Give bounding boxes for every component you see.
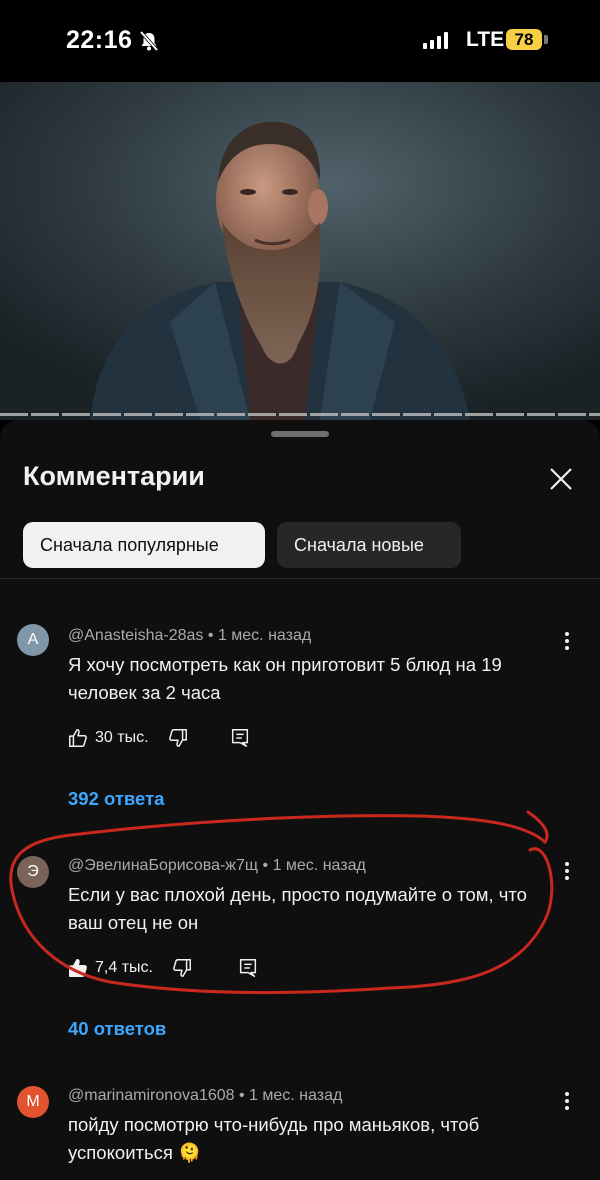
avatar[interactable]: A <box>17 624 49 656</box>
reply-icon[interactable] <box>229 727 251 749</box>
comment-meta: @Anasteisha-28as • 1 мес. назад <box>68 627 311 645</box>
sheet-drag-handle[interactable] <box>271 431 329 437</box>
sort-chip-newest[interactable]: Сначала новые <box>277 522 461 568</box>
comment-author[interactable]: @Anasteisha-28as <box>68 627 203 644</box>
comment-author[interactable]: @marinamironova1608 <box>68 1087 235 1104</box>
cellular-signal-icon <box>423 32 448 49</box>
dislike-icon[interactable] <box>167 727 189 749</box>
video-frame <box>0 82 600 420</box>
annotation-circle <box>9 810 554 995</box>
video-player[interactable] <box>0 82 600 420</box>
separator-dot: • <box>239 1087 250 1104</box>
comment-text: Я хочу посмотреть как он приготовит 5 бл… <box>68 654 502 703</box>
comment-actions: 30 тыс. <box>67 725 251 751</box>
bell-muted-icon <box>138 30 160 57</box>
sort-chip-popular[interactable]: Сначала популярные <box>23 522 265 568</box>
avatar[interactable]: M <box>17 1086 49 1118</box>
more-options-button[interactable] <box>557 1089 577 1115</box>
network-type: LTE <box>466 28 505 51</box>
battery-icon: 78 <box>506 29 542 50</box>
separator-dot: • <box>207 627 218 644</box>
comment-time: 1 мес. назад <box>217 627 312 644</box>
comment-text: пойду посмотрю что-нибудь про маньяков, … <box>68 1114 480 1163</box>
comment-meta: @marinamironova1608 • 1 мес. назад <box>68 1087 342 1105</box>
close-icon <box>550 468 572 490</box>
like-count: 30 тыс. <box>95 729 149 746</box>
sheet-title: Комментарии <box>23 461 205 491</box>
close-button[interactable] <box>545 463 577 495</box>
video-progress-bar[interactable] <box>0 413 600 416</box>
like-icon[interactable] <box>67 727 89 749</box>
status-time: 22:16 <box>66 26 133 54</box>
replies-link[interactable]: 40 ответов <box>68 1018 166 1040</box>
battery-tip <box>544 35 548 44</box>
divider <box>0 578 600 579</box>
comment-time: 1 мес. назад <box>249 1087 343 1104</box>
